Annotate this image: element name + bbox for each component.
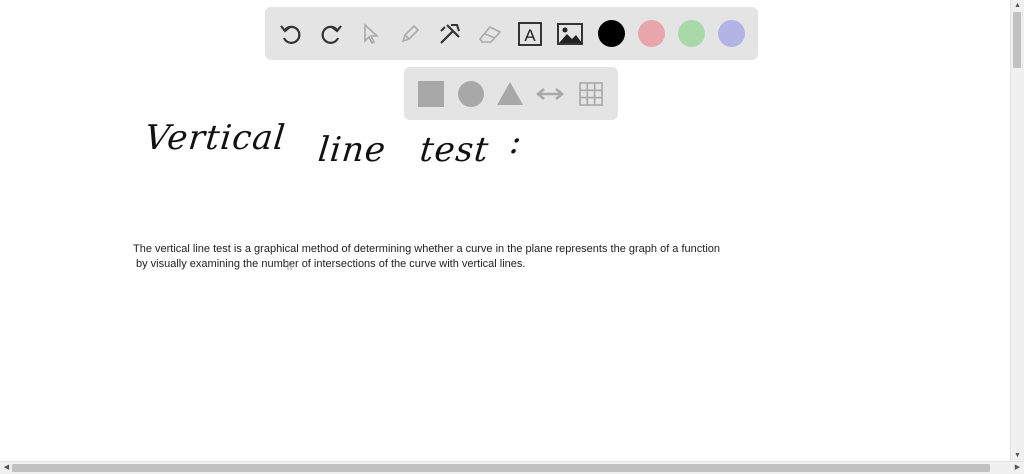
cursor-icon — [286, 261, 294, 270]
square-shape-button[interactable] — [417, 80, 445, 108]
scroll-up-button[interactable]: ▲ — [1011, 0, 1024, 12]
paragraph-line: by visually examining the number of inte… — [136, 258, 526, 270]
redo-button[interactable] — [315, 18, 347, 50]
square-icon — [418, 81, 444, 107]
triangle-icon — [497, 82, 523, 105]
grid-shape-button[interactable] — [577, 80, 605, 108]
pen-tool-button[interactable] — [394, 18, 426, 50]
color-black-swatch[interactable] — [598, 20, 625, 47]
redo-icon — [321, 25, 342, 44]
tools-button[interactable] — [434, 18, 466, 50]
image-icon — [557, 23, 583, 45]
paragraph-line: The vertical line test is a graphical me… — [133, 243, 721, 255]
undo-icon — [280, 25, 301, 44]
horizontal-scrollbar[interactable]: ◀ ▶ — [0, 461, 1024, 474]
heading-word: line — [316, 130, 389, 170]
tools-icon — [440, 24, 460, 44]
drawing-toolbar: A — [265, 7, 758, 60]
heading-word: : — [507, 122, 525, 162]
triangle-shape-button[interactable] — [496, 80, 524, 108]
image-tool-button[interactable] — [554, 18, 586, 50]
undo-button[interactable] — [275, 18, 307, 50]
arrow-shape-button[interactable] — [536, 80, 564, 108]
heading-word: Vertical — [142, 118, 288, 158]
select-tool-button[interactable] — [355, 18, 387, 50]
pen-icon — [401, 24, 420, 43]
circle-shape-button[interactable] — [457, 80, 485, 108]
text-tool-button[interactable]: A — [514, 18, 546, 50]
eraser-icon — [479, 26, 502, 43]
eraser-button[interactable] — [474, 18, 506, 50]
double-arrow-icon — [536, 88, 564, 100]
shape-toolbar — [404, 67, 618, 120]
grid-icon — [579, 82, 603, 106]
horizontal-scroll-thumb[interactable] — [12, 464, 990, 472]
handwritten-heading: Vertical line test: — [142, 118, 525, 170]
heading-word: test — [417, 130, 492, 170]
select-pointer-icon — [364, 23, 380, 45]
circle-icon — [458, 81, 484, 107]
color-lavender-swatch[interactable] — [718, 20, 745, 47]
color-green-swatch[interactable] — [678, 20, 705, 47]
text-box-icon: A — [518, 22, 542, 46]
vertical-scrollbar[interactable]: ▲ ▼ — [1010, 0, 1024, 462]
scroll-right-button[interactable]: ▶ — [1011, 462, 1024, 474]
vertical-scroll-thumb[interactable] — [1013, 12, 1021, 68]
text-box-glyph: A — [524, 26, 536, 45]
text-paragraph: The vertical line test is a graphical me… — [133, 242, 773, 272]
color-pink-swatch[interactable] — [638, 20, 665, 47]
